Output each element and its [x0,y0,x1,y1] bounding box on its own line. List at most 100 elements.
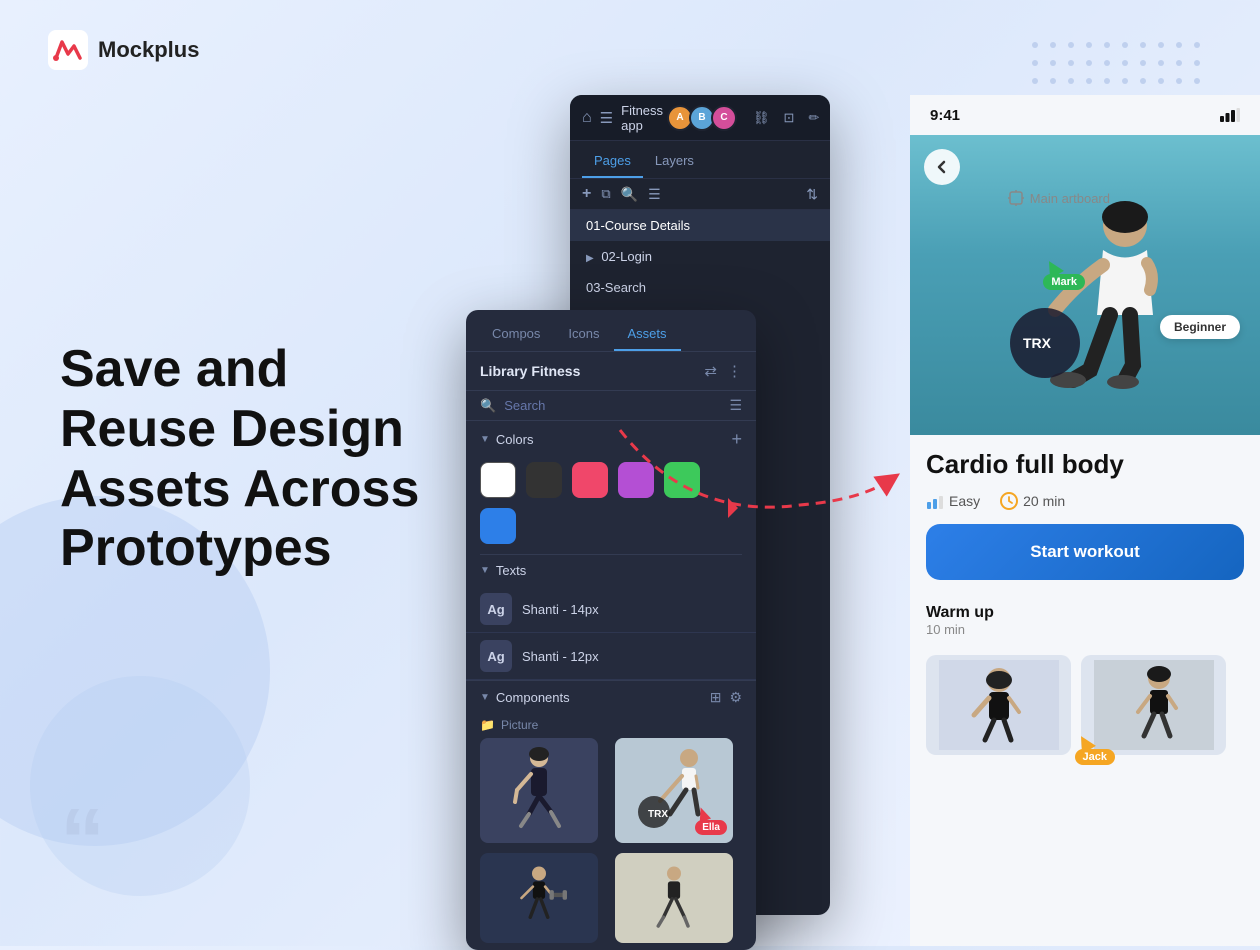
phone-mockup: 9:41 [910,95,1260,946]
component-thumb-squat[interactable] [480,738,598,843]
components-grid-bottom [466,853,756,950]
workout-title-section: Cardio full body [910,435,1260,484]
library-title: Library Fitness [480,363,580,379]
jack-cursor: Jack [1075,735,1115,765]
swatch-black[interactable] [526,462,562,498]
phone-signal [1220,108,1240,122]
difficulty-icon [926,492,944,510]
toolbar-right-icons: ⛓ ⊡ ✏ ↩ ↪ ⊞ [753,110,830,126]
figure-3 [504,858,574,938]
svg-text:TRX: TRX [1023,335,1052,351]
assets-tabs: Compos Icons Assets [466,310,756,352]
components-arrow-icon: ▼ [480,692,490,703]
color-swatches [466,458,756,554]
text-label-1: Shanti - 14px [522,602,599,617]
swap-icon[interactable]: ⇄ [704,362,717,380]
menu-icon[interactable]: ☰ [600,109,613,127]
text-item-14px[interactable]: Ag Shanti - 14px [466,586,756,633]
swatch-pink[interactable] [572,462,608,498]
swatch-white[interactable] [480,462,516,498]
duplicate-page-icon[interactable]: ⧉ [601,186,610,202]
artboard-icon [1008,190,1024,206]
app-title: Fitness app [621,103,663,133]
hero-title: Save and Reuse Design Assets Across Prot… [60,340,480,579]
texts-label: ▼ Texts [480,563,526,578]
workout-hero-image: TRX Beginner [910,135,1260,435]
artboard-label: Main artboard [1008,190,1110,206]
page-expand-arrow: ▶ [586,253,594,264]
add-component-icon[interactable]: ⊞ [710,689,722,706]
frame-icon[interactable]: ⊡ [784,110,795,126]
swatch-blue[interactable] [480,508,516,544]
component-thumb-4[interactable] [615,853,733,943]
warmup-time: 10 min [926,622,994,637]
tab-pages[interactable]: Pages [582,145,643,178]
assets-panel: Compos Icons Assets Library Fitness ⇄ ⋮ … [466,310,756,950]
component-thumb-ball[interactable]: TRX Ella [615,738,733,843]
duration-label: 20 min [1023,493,1065,509]
sync-icon[interactable]: ⇅ [806,186,818,203]
artboard-text: Main artboard [1030,191,1110,206]
workout-title: Cardio full body [926,449,1244,480]
tab-layers[interactable]: Layers [643,145,706,178]
difficulty-meta: Easy [926,492,980,510]
tab-icons[interactable]: Icons [554,318,613,351]
texts-section-header[interactable]: ▼ Texts [466,555,756,586]
swatch-purple[interactable] [618,462,654,498]
assets-search-bar: 🔍 ☰ [466,391,756,421]
warmup-title: Warm up [926,604,994,622]
search-pages-icon[interactable]: 🔍 [621,186,638,203]
search-input[interactable] [504,398,721,413]
ella-cursor: Ella [695,807,727,835]
thumb-card-1[interactable] [926,655,1071,755]
clock-icon [1000,492,1018,510]
list-view-icon[interactable]: ☰ [729,397,742,414]
page-item-course-details[interactable]: 01-Course Details [570,210,830,241]
page-item-login[interactable]: ▶ 02-Login [570,241,830,272]
home-icon[interactable]: ⌂ [582,109,592,127]
folder-icon: 📁 [480,718,495,732]
signal-bars-icon [1220,108,1240,122]
component-thumb-3[interactable] [480,853,598,943]
beginner-badge: Beginner [1160,315,1240,339]
duration-meta: 20 min [1000,492,1065,510]
sort-icon[interactable]: ☰ [648,186,661,203]
mockplus-logo-icon [48,30,88,70]
back-arrow-button[interactable] [924,149,960,185]
tab-assets[interactable]: Assets [614,318,681,351]
tab-compos[interactable]: Compos [478,318,554,351]
avatar-3: C [711,105,737,131]
start-workout-button[interactable]: Start workout [926,524,1244,580]
settings-component-icon[interactable]: ⚙ [729,689,742,706]
assets-library-header: Library Fitness ⇄ ⋮ [466,352,756,391]
text-label-2: Shanti - 12px [522,649,599,664]
pages-toolbar: + ⧉ 🔍 ☰ ⇅ [570,179,830,210]
warmup-info: Warm up 10 min [926,604,994,637]
figure-squat-1 [499,746,579,836]
colors-section-header[interactable]: ▼ Colors + [466,421,756,458]
more-icon[interactable]: ⋮ [727,362,742,380]
link-icon[interactable]: ⛓ [753,110,770,126]
add-color-icon[interactable]: + [731,429,742,450]
pen-icon[interactable]: ✏ [808,110,819,126]
text-item-12px[interactable]: Ag Shanti - 12px [466,633,756,680]
phone-status-bar: 9:41 [910,95,1260,135]
texts-arrow-icon: ▼ [480,565,490,576]
components-icons: ⊞ ⚙ [710,689,742,706]
picture-label: 📁 Picture [466,714,756,738]
text-thumb-1: Ag [480,593,512,625]
colors-arrow-icon: ▼ [480,434,490,445]
workout-meta: Easy 20 min [910,484,1260,524]
brand-name: Mockplus [98,37,199,63]
page-item-search[interactable]: 03-Search [570,272,830,303]
add-page-icon[interactable]: + [582,185,591,203]
swatch-green[interactable] [664,462,700,498]
pages-layers-tabs: Pages Layers [570,141,830,179]
search-icon: 🔍 [480,398,496,414]
thumb-figure-1 [939,660,1059,750]
components-section-header[interactable]: ▼ Components ⊞ ⚙ [466,680,756,714]
figure-4 [639,858,709,938]
back-arrow-icon [934,159,950,175]
text-thumb-2: Ag [480,640,512,672]
difficulty-label: Easy [949,493,980,509]
